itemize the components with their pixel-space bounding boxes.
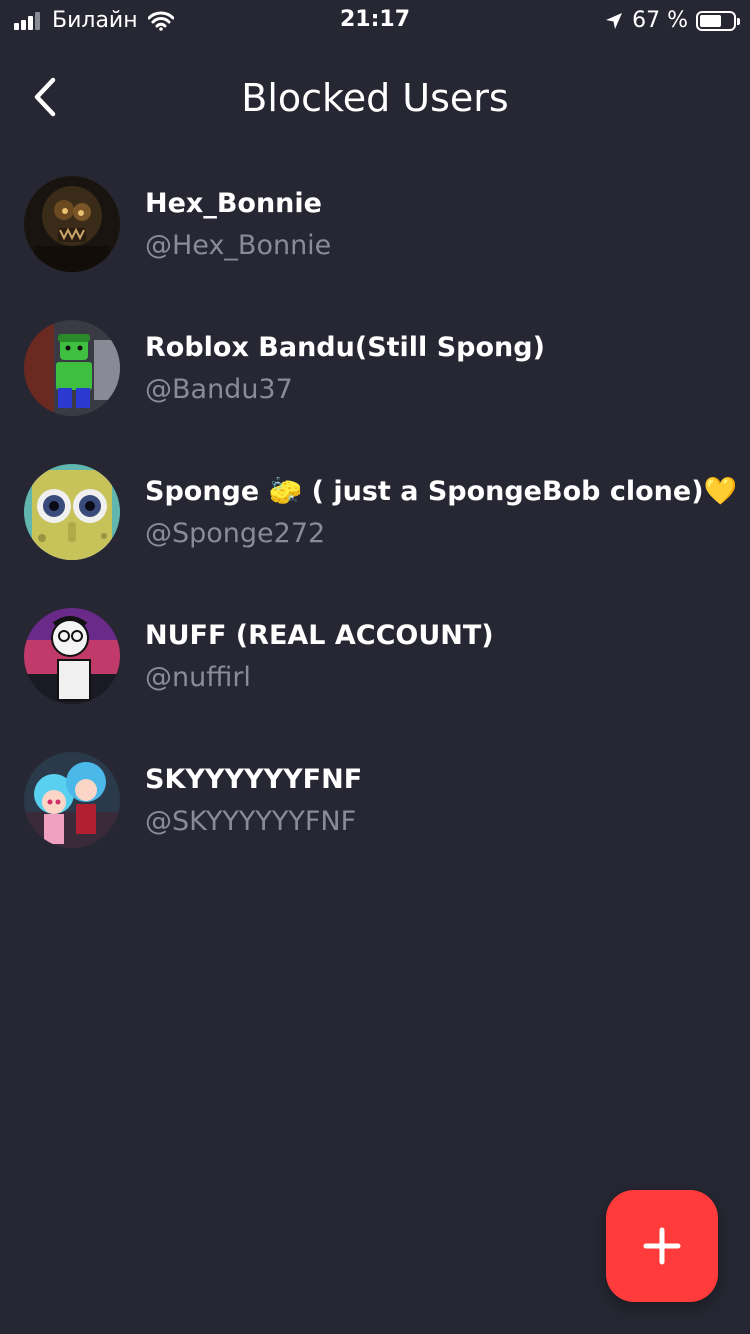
user-handle: @nuffirl [145,662,251,693]
user-name: Roblox Bandu(Still Spong) [145,332,545,363]
battery-percent: 67 % [632,8,688,33]
user-name: SKYYYYYYFNF [145,764,363,795]
status-bar: Билайн 21:17 67 % [0,0,750,40]
user-handle: @Sponge272 [145,518,326,549]
avatar[interactable] [24,320,120,416]
user-row-sponge272[interactable]: Sponge 🧽 ( just a SpongeBob clone)💛 @Spo… [0,456,750,600]
status-right: 67 % [604,8,740,34]
user-row-nuffirl[interactable]: NUFF (REAL ACCOUNT) @nuffirl [0,600,750,744]
page-title: Blocked Users [241,76,509,120]
user-handle: @Hex_Bonnie [145,230,332,261]
header: Blocked Users [0,60,750,140]
add-blocked-user-button[interactable] [606,1190,718,1302]
user-name: Sponge 🧽 ( just a SpongeBob clone)💛 [145,476,735,507]
user-row-bandu37[interactable]: Roblox Bandu(Still Spong) @Bandu37 [0,312,750,456]
user-name: Hex_Bonnie [145,188,322,219]
avatar[interactable] [24,464,120,560]
avatar[interactable] [24,176,120,272]
battery-icon [696,11,740,31]
blocked-users-list: Hex_Bonnie @Hex_Bonnie Roblox Bandu(Stil… [0,168,750,888]
user-row-skyyyyyyfnf[interactable]: SKYYYYYYFNF @SKYYYYYYFNF [0,744,750,888]
user-row-hex-bonnie[interactable]: Hex_Bonnie @Hex_Bonnie [0,168,750,312]
location-arrow-icon [606,13,623,29]
avatar[interactable] [24,608,120,704]
user-name: NUFF (REAL ACCOUNT) [145,620,494,651]
user-handle: @Bandu37 [145,374,293,405]
user-handle: @SKYYYYYYFNF [145,806,357,837]
avatar[interactable] [24,752,120,848]
plus-icon [643,1227,681,1265]
battery-fill [700,15,721,27]
